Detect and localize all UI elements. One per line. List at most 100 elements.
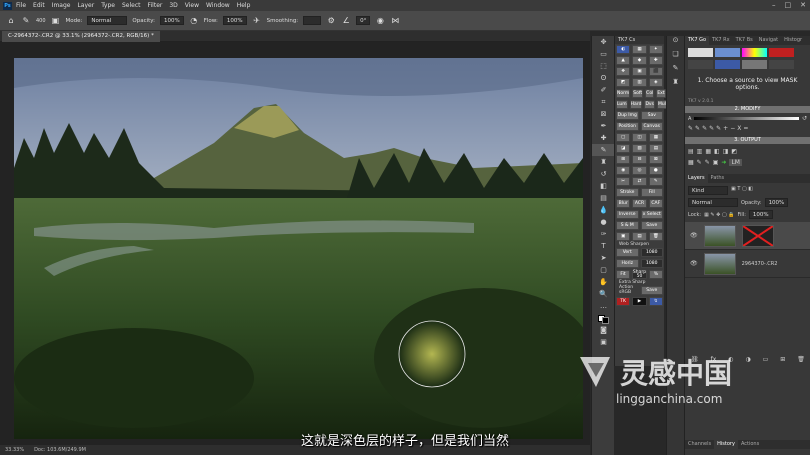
output-icon[interactable]: ◧ xyxy=(714,148,720,155)
fit-button[interactable]: Fit xyxy=(616,270,630,279)
output-icon[interactable]: ◨ xyxy=(723,148,729,155)
menu-select[interactable]: Select xyxy=(122,2,141,9)
brush-white-icon[interactable]: ✎ xyxy=(695,125,700,132)
output-icon[interactable]: ◩ xyxy=(731,148,737,155)
quick-select-icon[interactable]: ✐ xyxy=(592,84,615,96)
tab-navigator[interactable]: Navigat xyxy=(756,36,781,45)
modify-slider[interactable] xyxy=(694,117,799,120)
menu-3d[interactable]: 3D xyxy=(169,2,177,9)
tk7-icon-btn[interactable]: ⇄ xyxy=(632,177,647,186)
menu-filter[interactable]: Filter xyxy=(148,2,163,9)
frame-icon[interactable]: ⊠ xyxy=(592,108,615,120)
layer-row[interactable]: 👁 xyxy=(685,222,810,250)
maximize-icon[interactable]: □ xyxy=(785,1,792,9)
x-button[interactable]: X xyxy=(737,125,741,132)
caf-button[interactable]: CAF xyxy=(648,199,663,208)
tk7-icon-btn[interactable]: ❖ xyxy=(616,67,631,76)
tk7-icon-btn[interactable]: ◐ xyxy=(616,45,631,54)
menu-edit[interactable]: Edit xyxy=(33,2,45,9)
tk7-icon-btn[interactable]: ● xyxy=(648,166,663,175)
trash-icon[interactable]: 🗑 xyxy=(648,232,663,241)
tk7-icon-btn[interactable]: ▲ xyxy=(616,56,631,65)
inverse-button[interactable]: Inverse xyxy=(616,210,639,219)
lock-icons[interactable]: ▦ ✎ ✥ ▢ 🔒 xyxy=(704,212,734,218)
srgb-checkbox[interactable]: sRGB xyxy=(619,290,640,295)
output-icon[interactable]: ✎ xyxy=(697,159,702,166)
tk7-icon-btn[interactable]: ▤ xyxy=(632,232,647,241)
canvas-button[interactable]: Canvas xyxy=(640,122,663,131)
vert-value[interactable]: 1080 xyxy=(640,248,663,257)
tk7-icon-btn[interactable]: ◈ xyxy=(648,78,663,87)
fill-button[interactable]: Fill xyxy=(640,188,663,197)
source-btn[interactable] xyxy=(715,60,740,69)
eye-icon[interactable]: 👁 xyxy=(690,260,698,267)
blend-soft[interactable]: Soft xyxy=(632,89,644,98)
menu-view[interactable]: View xyxy=(185,2,199,9)
minus-icon[interactable]: − xyxy=(730,125,735,132)
tab-tk7-go[interactable]: TK7 Go xyxy=(685,36,710,45)
tab-paths[interactable]: Paths xyxy=(708,174,728,183)
screen-mode-icon[interactable]: ▣ xyxy=(592,336,615,348)
blend-col[interactable]: Col xyxy=(645,89,655,98)
tk7-icon-btn[interactable]: ✚ xyxy=(648,56,663,65)
tk7-icon-btn[interactable]: ⊞ xyxy=(616,155,631,164)
tk7-dock-icon[interactable]: ⊙ xyxy=(667,36,684,50)
tk7-icon-btn[interactable]: ▦ xyxy=(632,45,647,54)
brush-size[interactable]: 400 xyxy=(36,18,46,24)
shape-icon[interactable]: ▢ xyxy=(592,264,615,276)
menu-window[interactable]: Window xyxy=(206,2,230,9)
tk7-icon-btn[interactable]: ▦ xyxy=(648,133,663,142)
marquee-icon[interactable]: ⬚ xyxy=(592,60,615,72)
play-icon[interactable]: ▶ xyxy=(632,297,647,306)
tk7-icon-btn[interactable]: ▣ xyxy=(632,67,647,76)
pen-icon[interactable]: ✑ xyxy=(592,228,615,240)
menu-help[interactable]: Help xyxy=(237,2,251,9)
stroke-button[interactable]: Stroke xyxy=(616,188,639,197)
pressure-size-icon[interactable]: ◉ xyxy=(375,16,385,26)
symmetry-icon[interactable]: ⋈ xyxy=(390,16,400,26)
pressure-opacity-icon[interactable]: ◔ xyxy=(189,16,199,26)
source-btn[interactable] xyxy=(769,48,794,57)
hand-icon[interactable]: ✋ xyxy=(592,276,615,288)
blend-dvs[interactable]: Dvs xyxy=(644,100,655,109)
layer-opacity-field[interactable]: 100% xyxy=(764,198,789,207)
plus-icon[interactable]: + xyxy=(723,125,728,132)
lm-button[interactable]: LM xyxy=(729,159,742,166)
bolt-icon[interactable]: ↯ xyxy=(648,297,663,306)
source-btn[interactable] xyxy=(715,48,740,57)
smoothing-field[interactable] xyxy=(303,16,322,25)
tk7-icon-btn[interactable]: ⬛ xyxy=(648,67,663,76)
s-and-m-button[interactable]: S & M xyxy=(616,221,639,230)
blur-icon[interactable]: 💧 xyxy=(592,204,615,216)
tab-tk7-rx[interactable]: TK7 Rx xyxy=(709,36,733,45)
gradient-icon[interactable]: ▤ xyxy=(592,192,615,204)
tk7-icon-btn[interactable]: ◫ xyxy=(632,133,647,142)
tk7-icon-btn[interactable]: ◉ xyxy=(616,166,631,175)
brush-panel-icon[interactable]: ▣ xyxy=(51,16,61,26)
layer-mask-thumbnail[interactable] xyxy=(741,224,774,247)
source-btn[interactable] xyxy=(769,60,794,69)
blend-lum[interactable]: Lum xyxy=(616,100,628,109)
tab-histogram[interactable]: Histogr xyxy=(781,36,805,45)
dodge-icon[interactable]: ● xyxy=(592,216,615,228)
output-icon[interactable]: ▤ xyxy=(688,148,694,155)
horiz-value[interactable]: 1080 xyxy=(640,259,663,268)
minimize-icon[interactable]: – xyxy=(772,1,776,9)
crop-icon[interactable]: ⌗ xyxy=(592,96,615,108)
home-icon[interactable]: ⌂ xyxy=(6,16,16,26)
dup-img-button[interactable]: Dup Img xyxy=(616,111,639,120)
blur-button[interactable]: Blur xyxy=(616,199,631,208)
vert-button[interactable]: Vert xyxy=(616,248,639,257)
tk7-icon-btn[interactable]: ▣ xyxy=(616,232,631,241)
tk7-icon-btn[interactable]: ✎ xyxy=(648,177,663,186)
acr-button[interactable]: ACR xyxy=(632,199,647,208)
clone-dock-icon[interactable]: ♜ xyxy=(667,78,684,92)
brush-icon[interactable]: ✎ xyxy=(709,125,714,132)
tk7-icon-btn[interactable]: ◩ xyxy=(616,78,631,87)
tk7-icon-btn[interactable]: ◆ xyxy=(632,56,647,65)
tk7-icon-btn[interactable]: ◎ xyxy=(632,166,647,175)
layers-dock-icon[interactable]: ❏ xyxy=(667,50,684,64)
more-tools-icon[interactable]: … xyxy=(592,300,615,312)
menu-image[interactable]: Image xyxy=(52,2,71,9)
landscape-photo[interactable] xyxy=(14,58,583,439)
